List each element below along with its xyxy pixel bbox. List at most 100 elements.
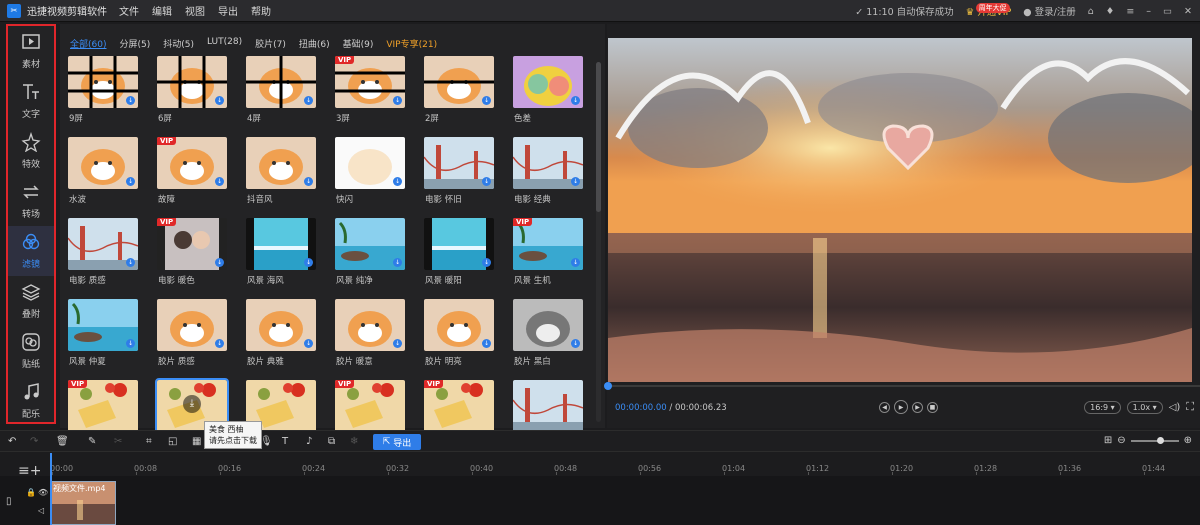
preview-playhead[interactable] [604, 382, 612, 390]
timeline-ruler[interactable]: 00:00 00:08 00:16 00:24 00:32 00:40 00:48 00:56… [0, 453, 1200, 475]
tab-0[interactable]: 全部(60) [70, 37, 106, 50]
volume-icon[interactable]: ◁) [1169, 402, 1181, 413]
download-icon[interactable]: ↓ [304, 339, 313, 348]
export-button[interactable]: ⇱ 导出 [373, 434, 421, 450]
split-icon[interactable]: ✂ [114, 436, 126, 448]
download-icon[interactable]: ↓ [571, 177, 580, 186]
sidebar-item-sticker[interactable]: 贴纸 [8, 326, 54, 376]
download-overlay-icon[interactable]: ⤓ [183, 395, 201, 413]
tab-4[interactable]: 胶片(7) [255, 37, 286, 50]
filter-card[interactable]: ↓ 胶片 质感 [157, 299, 227, 367]
zoom-in-icon[interactable]: ⊕ [1184, 435, 1192, 446]
scrollbar[interactable] [596, 62, 601, 422]
filter-card[interactable]: ↓ 胶片 黑白 [513, 299, 583, 367]
video-clip[interactable]: 视频文件.mp4 [50, 481, 116, 525]
menu-edit[interactable]: 编辑 [152, 3, 172, 18]
visibility-icon[interactable]: 👁 [38, 488, 48, 497]
download-icon[interactable]: ↓ [215, 258, 224, 267]
filter-card[interactable]: ↓ 风景 暖阳 [424, 218, 494, 286]
filter-card[interactable]: VIP ↓ 故障 [157, 137, 227, 205]
undo-icon[interactable]: ↶ [8, 436, 20, 448]
filter-card[interactable]: VIP ↓ 风景 生机 [513, 218, 583, 286]
edit-icon[interactable]: ✎ [88, 436, 100, 448]
audio-icon[interactable]: ♪ [306, 436, 318, 448]
prev-frame-icon[interactable]: ◀ [879, 401, 890, 413]
download-icon[interactable]: ↓ [393, 258, 402, 267]
sidebar-item-media[interactable]: 素材 [8, 26, 54, 76]
download-icon[interactable]: ↓ [482, 96, 491, 105]
download-icon[interactable]: ↓ [482, 258, 491, 267]
sidebar-item-filter[interactable]: 滤镜 [8, 226, 54, 276]
download-icon[interactable]: ↓ [393, 339, 402, 348]
filter-card[interactable]: ↓ 电影 经典 [513, 137, 583, 205]
fullscreen-icon[interactable]: ⛶ [1186, 400, 1194, 414]
filter-card[interactable]: ↓ 胶片 典雅 [246, 299, 316, 367]
download-icon[interactable]: ↓ [393, 96, 402, 105]
minimize-icon[interactable]: – [1146, 6, 1151, 17]
filter-card[interactable]: ↓ 水波 [68, 137, 138, 205]
login-button[interactable]: ● 登录/注册 [1023, 4, 1076, 18]
skin-icon[interactable]: ♦ [1106, 6, 1115, 17]
redo-icon[interactable]: ↷ [30, 436, 42, 448]
zoom-out-icon[interactable]: ⊖ [1117, 435, 1125, 446]
filter-card[interactable]: ↓ 胶片 明亮 [424, 299, 494, 367]
download-icon[interactable]: ↓ [571, 339, 580, 348]
filter-card[interactable]: ↓ 风景 海风 [246, 218, 316, 286]
menu-view[interactable]: 视图 [185, 3, 205, 18]
zoom-knob[interactable] [1156, 436, 1164, 444]
download-icon[interactable]: ↓ [215, 96, 224, 105]
speed-select[interactable]: 1.0x ▾ [1126, 400, 1163, 414]
filter-card[interactable]: ↓ 风景 纯净 [335, 218, 405, 286]
sidebar-item-music[interactable]: 配乐 [8, 376, 54, 426]
download-icon[interactable]: ↓ [126, 258, 135, 267]
tab-6[interactable]: 基础(9) [343, 37, 374, 50]
download-icon[interactable]: ↓ [215, 177, 224, 186]
ratio-select[interactable]: 16:9 ▾ [1084, 400, 1121, 414]
freeze-icon[interactable]: ❄ [350, 436, 362, 448]
download-icon[interactable]: ↓ [304, 258, 313, 267]
fit-icon[interactable]: ⊞ [1104, 435, 1112, 446]
filter-card[interactable]: VIP ↓ 3屏 [335, 56, 405, 124]
zoom-slider[interactable] [1130, 436, 1179, 444]
tab-5[interactable]: 扭曲(6) [299, 37, 330, 50]
tab-1[interactable]: 分屏(5) [119, 37, 150, 50]
filter-card[interactable]: ↓ 电影 质感 [68, 218, 138, 286]
download-icon[interactable]: ↓ [304, 96, 313, 105]
download-icon[interactable]: ↓ [482, 177, 491, 186]
pip-icon[interactable]: ⧉ [328, 436, 340, 448]
download-icon[interactable]: ↓ [482, 339, 491, 348]
preview-progress-bar[interactable] [604, 382, 1200, 390]
play-icon[interactable]: ▶ [894, 400, 908, 414]
menu-file[interactable]: 文件 [119, 3, 139, 18]
text-tool-icon[interactable]: T [282, 436, 294, 448]
menu-help[interactable]: 帮助 [251, 3, 271, 18]
filter-card[interactable]: ↓ 胶片 暖意 [335, 299, 405, 367]
tab-7[interactable]: VIP专享(21) [386, 37, 437, 50]
filter-card[interactable]: ↓ 色差 [513, 56, 583, 124]
download-icon[interactable]: ↓ [393, 177, 402, 186]
mute-icon[interactable]: ◁ [38, 506, 44, 515]
tab-3[interactable]: LUT(28) [207, 37, 242, 50]
mosaic-icon[interactable]: ▦ [192, 436, 204, 448]
download-icon[interactable]: ↓ [126, 96, 135, 105]
download-icon[interactable]: ↓ [571, 258, 580, 267]
maximize-icon[interactable]: ▭ [1163, 6, 1172, 17]
filter-card[interactable]: ↓ 风景 仲夏 [68, 299, 138, 367]
scrollbar-thumb[interactable] [596, 62, 601, 212]
sidebar-item-text[interactable]: 文字 [8, 76, 54, 126]
filter-card[interactable]: VIP ↓ 电影 暖色 [157, 218, 227, 286]
filter-card[interactable]: ↓ 9屏 [68, 56, 138, 124]
filter-card[interactable]: ↓ 2屏 [424, 56, 494, 124]
filter-card[interactable]: ↓ 电影 怀旧 [424, 137, 494, 205]
download-icon[interactable]: ↓ [571, 96, 580, 105]
lock-icon[interactable]: 🔒 [26, 488, 36, 497]
filter-card[interactable]: ↓ 快闪 [335, 137, 405, 205]
filter-card[interactable]: ↓ 抖音风 [246, 137, 316, 205]
timeline-playhead[interactable] [50, 453, 52, 525]
menu-export[interactable]: 导出 [218, 3, 238, 18]
download-icon[interactable]: ↓ [126, 177, 135, 186]
rotate-icon[interactable]: ◱ [168, 436, 180, 448]
vip-button[interactable]: ♛ 开通VIP周年大促 [966, 3, 1011, 18]
sidebar-item-transition[interactable]: 转场 [8, 176, 54, 226]
filter-card[interactable]: ↓ 4屏 [246, 56, 316, 124]
